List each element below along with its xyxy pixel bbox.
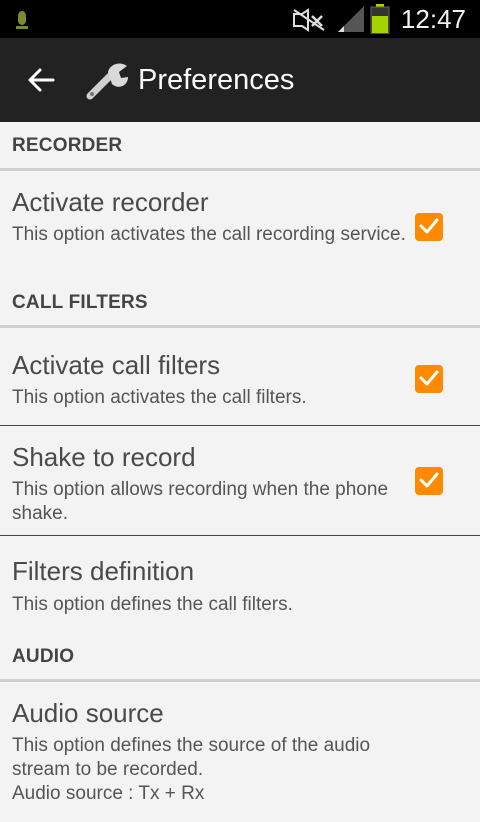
status-bar: 12:47 — [0, 0, 480, 38]
category-recorder: RECORDER — [0, 122, 480, 171]
pref-summary: This option defines the call filters. — [12, 594, 293, 615]
pref-summary: This option activates the call recording… — [12, 224, 406, 245]
activate-call-filters-checkbox[interactable] — [415, 365, 443, 393]
pref-title: Filters definition — [12, 556, 195, 586]
signal-icon — [338, 6, 364, 32]
wrench-icon — [86, 63, 128, 100]
pref-activate-call-filters[interactable]: Activate call filters This option activa… — [0, 328, 480, 426]
activate-recorder-checkbox[interactable] — [415, 213, 443, 241]
category-audio: AUDIO — [0, 633, 480, 682]
pref-filters-definition[interactable]: Filters definition This option defines t… — [0, 536, 480, 633]
pref-summary: This option activates the call filters. — [12, 387, 307, 408]
category-title: RECORDER — [12, 135, 123, 156]
preference-list: RECORDER Activate recorder This option a… — [0, 122, 480, 822]
audio-source-value: Audio source : Tx + Rx — [12, 783, 205, 804]
back-arrow-icon[interactable] — [26, 66, 56, 94]
page-title: Preferences — [138, 64, 295, 96]
mute-icon — [293, 8, 325, 32]
pref-audio-source[interactable]: Audio source This option defines the sou… — [0, 682, 480, 822]
category-call-filters: CALL FILTERS — [0, 279, 480, 328]
checkmark-icon — [419, 218, 439, 234]
pref-title: Activate recorder — [12, 187, 209, 217]
checkmark-icon — [419, 472, 439, 488]
status-clock: 12:47 — [400, 4, 466, 34]
pref-summary: This option allows recording when the ph… — [12, 479, 389, 524]
pref-title: Audio source — [12, 698, 164, 728]
pref-shake-to-record[interactable]: Shake to record This option allows recor… — [0, 426, 480, 536]
checkmark-icon — [419, 370, 439, 386]
pref-title: Activate call filters — [12, 350, 221, 380]
shake-to-record-checkbox[interactable] — [415, 467, 443, 495]
notification-icon — [16, 11, 28, 29]
category-title: AUDIO — [12, 646, 75, 667]
battery-icon — [370, 4, 390, 34]
action-bar: Preferences — [0, 38, 480, 122]
pref-summary: This option defines the source of the au… — [12, 735, 371, 780]
pref-activate-recorder[interactable]: Activate recorder This option activates … — [0, 171, 480, 279]
pref-title: Shake to record — [12, 442, 196, 472]
category-title: CALL FILTERS — [12, 292, 148, 313]
